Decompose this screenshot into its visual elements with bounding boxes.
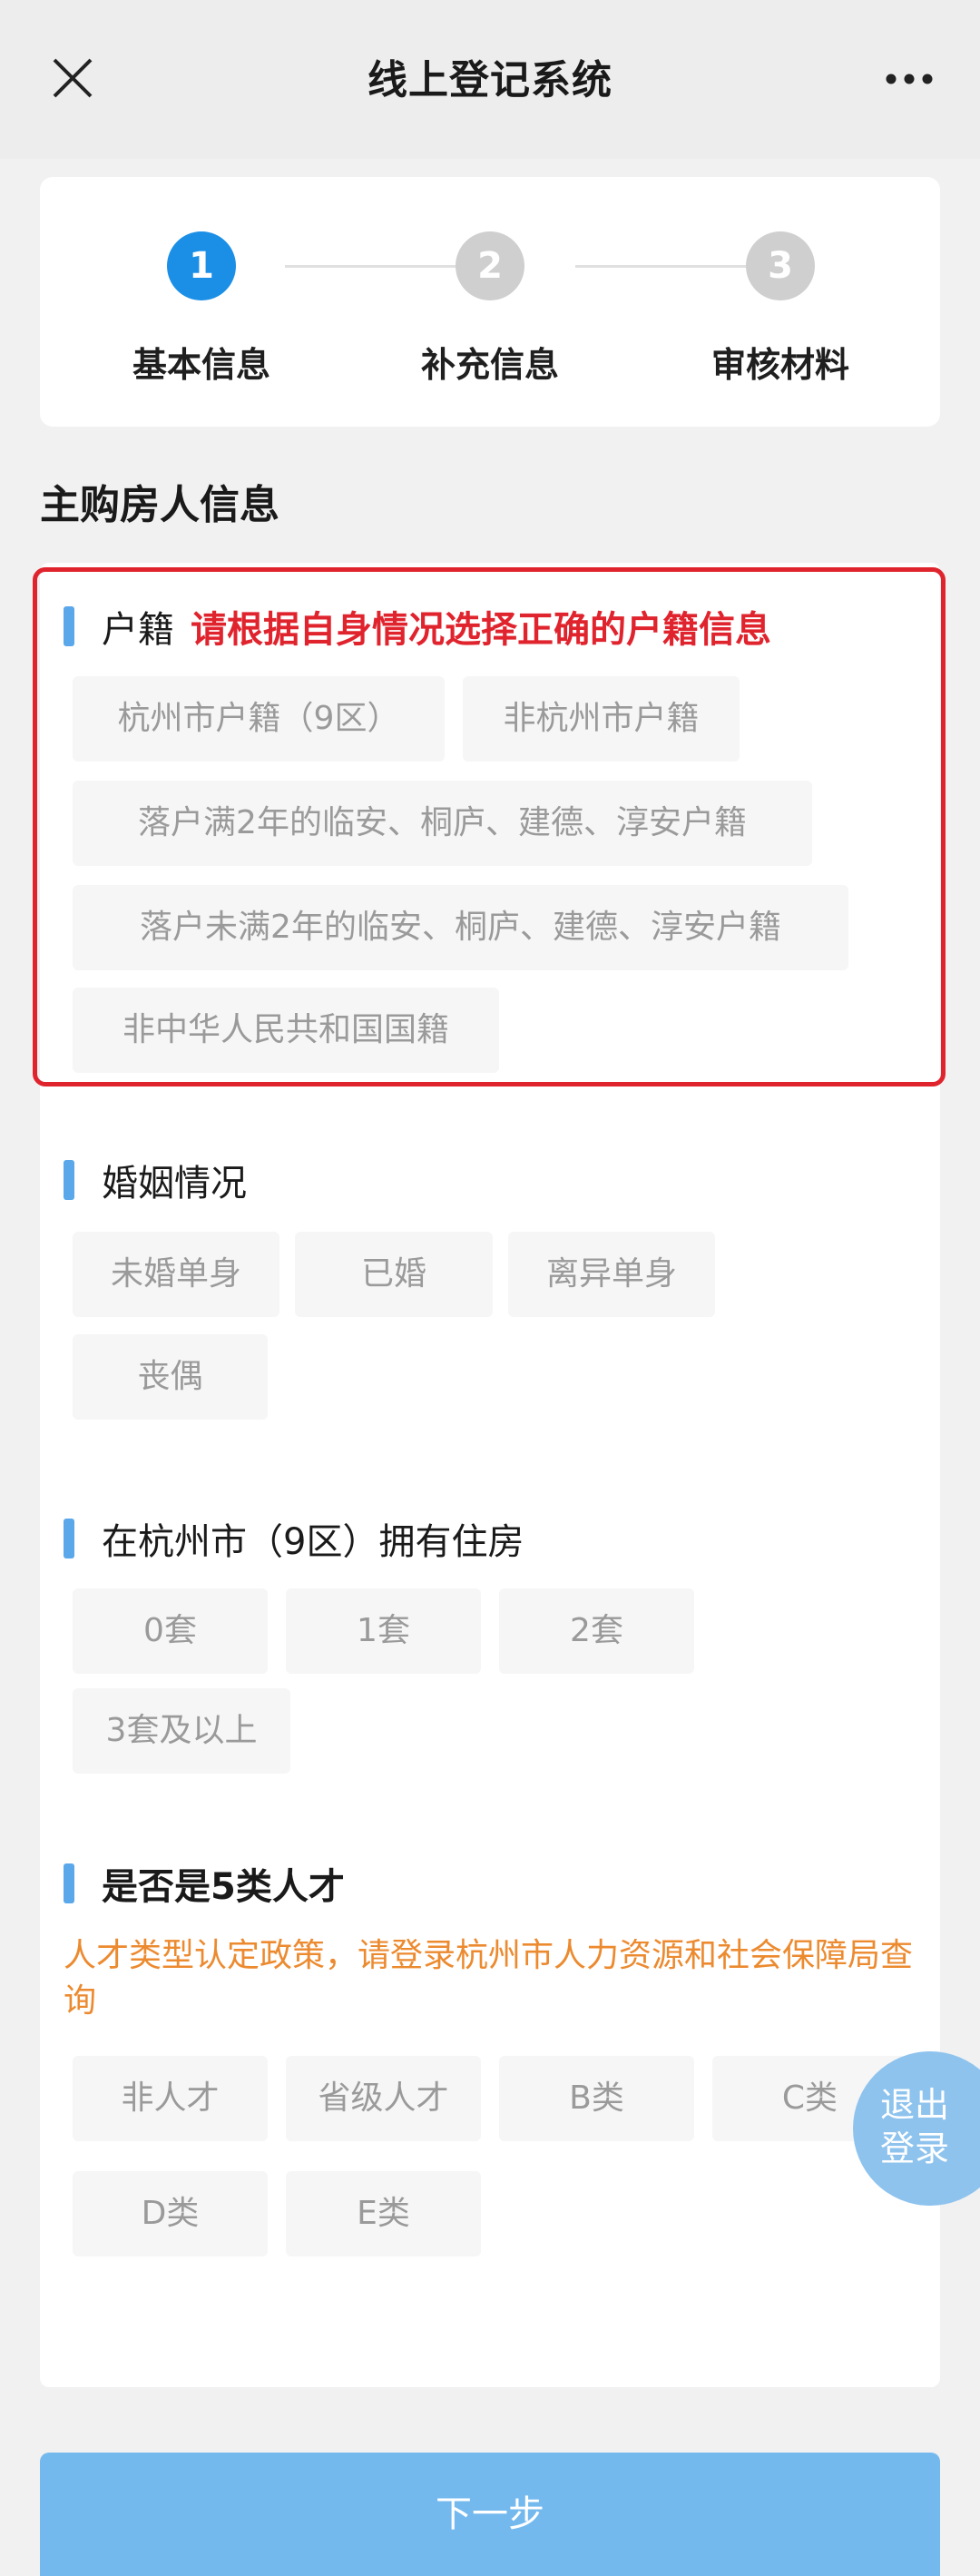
household-label: 户籍 请根据自身情况选择正确的户籍信息 — [64, 604, 771, 651]
label-bar — [64, 1160, 74, 1200]
option-housing-3plus[interactable]: 3套及以上 — [73, 1688, 290, 1774]
step-1: 1 基本信息 — [102, 231, 301, 387]
household-label-text: 户籍 — [102, 609, 174, 651]
logout-line-2: 登录 — [880, 2129, 950, 2168]
step-1-number: 1 — [167, 231, 236, 300]
more-dots-icon[interactable] — [882, 56, 936, 102]
option-housing-0[interactable]: 0套 — [73, 1588, 268, 1674]
option-household-non-hangzhou[interactable]: 非杭州市户籍 — [463, 676, 740, 762]
option-marriage-divorced[interactable]: 离异单身 — [508, 1232, 715, 1317]
step-indicator: 1 基本信息 2 补充信息 3 审核材料 — [40, 177, 940, 427]
section-title: 主购房人信息 — [40, 482, 279, 528]
step-3: 3 审核材料 — [681, 231, 880, 387]
option-talent-e[interactable]: E类 — [286, 2171, 481, 2256]
step-3-label: 审核材料 — [710, 345, 849, 385]
option-talent-b[interactable]: B类 — [499, 2056, 694, 2141]
option-marriage-widowed[interactable]: 丧偶 — [73, 1334, 268, 1420]
marriage-label-text: 婚姻情况 — [102, 1163, 247, 1204]
option-household-settled-2y[interactable]: 落户满2年的临安、桐庐、建德、淳安户籍 — [73, 781, 812, 866]
marriage-label: 婚姻情况 — [64, 1157, 247, 1204]
option-housing-2[interactable]: 2套 — [499, 1588, 694, 1674]
option-housing-1[interactable]: 1套 — [286, 1588, 481, 1674]
talent-label-text: 是否是5类人才 — [102, 1866, 345, 1908]
housing-label: 在杭州市（9区）拥有住房 — [64, 1516, 524, 1563]
option-household-under-2y[interactable]: 落户未满2年的临安、桐庐、建德、淳安户籍 — [73, 885, 848, 970]
option-talent-none[interactable]: 非人才 — [73, 2056, 268, 2141]
top-bar: 线上登记系统 — [0, 0, 980, 159]
label-bar — [64, 1863, 74, 1903]
step-1-label: 基本信息 — [132, 345, 270, 385]
step-2: 2 补充信息 — [390, 231, 590, 387]
step-3-number: 3 — [746, 231, 815, 300]
registration-page: 线上登记系统 1 基本信息 2 补充信息 3 审核材料 主购房人信息 户籍 请根… — [0, 0, 980, 2576]
option-marriage-married[interactable]: 已婚 — [295, 1232, 493, 1317]
option-talent-d[interactable]: D类 — [73, 2171, 268, 2256]
step-2-number: 2 — [456, 231, 524, 300]
option-household-hangzhou[interactable]: 杭州市户籍（9区） — [73, 676, 445, 762]
talent-label: 是否是5类人才 — [64, 1861, 345, 1908]
step-2-label: 补充信息 — [420, 345, 559, 385]
option-household-foreign[interactable]: 非中华人民共和国国籍 — [73, 988, 499, 1073]
talent-hint: 人才类型认定政策，请登录杭州市人力资源和社会保障局查询 — [64, 1937, 914, 2020]
option-talent-provincial[interactable]: 省级人才 — [286, 2056, 481, 2141]
label-bar — [64, 1519, 74, 1558]
household-hint: 请根据自身情况选择正确的户籍信息 — [191, 609, 771, 651]
option-marriage-single[interactable]: 未婚单身 — [73, 1232, 279, 1317]
logout-line-1: 退出 — [880, 2085, 950, 2125]
next-step-button[interactable]: 下一步 — [40, 2453, 940, 2576]
housing-label-text: 在杭州市（9区）拥有住房 — [102, 1521, 524, 1563]
label-bar — [64, 606, 74, 646]
page-title: 线上登记系统 — [368, 57, 612, 103]
